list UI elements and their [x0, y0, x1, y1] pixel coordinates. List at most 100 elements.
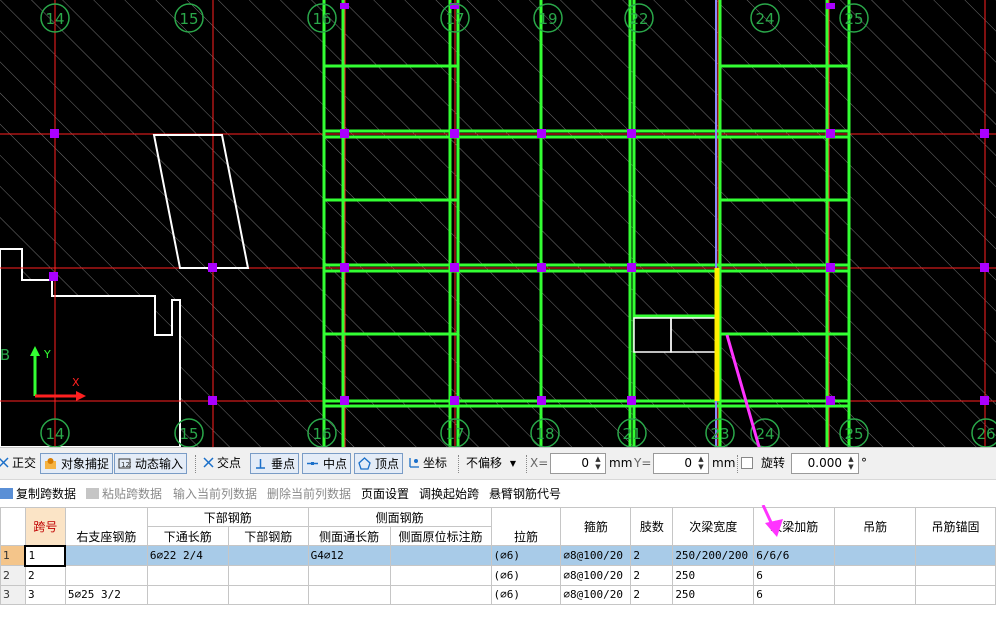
header-bottom-bar: 下部钢筋 [227, 526, 309, 546]
spinner-icon[interactable]: ▲ ▼ [695, 455, 707, 472]
input-current-col-button[interactable]: 输入当前列数据 [173, 485, 257, 502]
grid-label-bottom: 17 [445, 425, 464, 443]
cell-hanger[interactable] [834, 584, 916, 605]
cell-extra[interactable]: 6/6/6 [753, 545, 836, 566]
header-stirrup: 箍筋 [560, 507, 632, 546]
cell-right-support[interactable]: 5⌀25 3/2 [64, 584, 148, 605]
cell-right-support[interactable] [64, 565, 148, 586]
offset-mode-dropdown[interactable]: 不偏移 ▼ [466, 453, 516, 474]
snap-icon [45, 458, 56, 469]
cell-bottom-through[interactable]: 6⌀22 2/4 [146, 545, 229, 566]
offset-mode-value: 不偏移 [466, 456, 503, 470]
row-number[interactable]: 3 [0, 584, 26, 605]
page-setup-button[interactable]: 页面设置 [361, 485, 409, 502]
table-row[interactable]: 1 1 6⌀22 2/4 G4⌀12 (⌀6) ⌀8@100/20 2 250/… [0, 544, 996, 567]
cell-side-in-situ[interactable] [389, 565, 492, 586]
copy-span-label: 复制跨数据 [16, 487, 77, 501]
cell-width[interactable]: 250 [672, 565, 755, 586]
cell-stirrup[interactable]: ⌀8@100/20 [560, 584, 632, 605]
cell-anchor[interactable] [915, 565, 996, 586]
header-right-support: 右支座钢筋 [64, 507, 148, 546]
rotate-input[interactable]: 0.000 ▲ ▼ [791, 453, 859, 474]
paste-span-label: 粘贴跨数据 [102, 487, 163, 501]
cell-anchor[interactable] [915, 584, 996, 605]
spinner-icon[interactable]: ▲ ▼ [592, 455, 604, 472]
delete-current-col-button[interactable]: 删除当前列数据 [267, 485, 351, 502]
object-snap-label: 对象捕捉 [61, 457, 110, 471]
y-unit: mm [712, 456, 736, 470]
object-snap-button[interactable]: 对象捕捉 [40, 453, 114, 474]
cell-hanger[interactable] [834, 565, 916, 586]
cell-tie[interactable]: (⌀6) [490, 545, 562, 566]
cell-stirrup[interactable]: ⌀8@100/20 [560, 545, 632, 566]
ortho-button[interactable]: 正交 [0, 453, 38, 474]
cell-side-in-situ[interactable] [389, 545, 492, 566]
cell-width[interactable]: 250/200/200 [672, 545, 755, 566]
cell-anchor[interactable] [915, 545, 996, 566]
header-side-through: 侧面通长筋 [307, 526, 391, 546]
header-side-group: 侧面钢筋 [307, 507, 492, 527]
cell-bottom-bar[interactable] [227, 565, 309, 586]
cell-tie[interactable]: (⌀6) [490, 565, 562, 586]
cell-span[interactable]: 2 [24, 565, 66, 586]
copy-icon [0, 488, 13, 499]
spinner-icon[interactable]: ▲ ▼ [845, 455, 857, 472]
cell-legs[interactable]: 2 [630, 565, 674, 586]
cell-side-through[interactable] [307, 565, 391, 586]
x-value: 0 [581, 456, 589, 470]
dynamic-input-button[interactable]: 123 动态输入 [114, 453, 188, 474]
copy-span-button[interactable]: 复制跨数据 [0, 485, 76, 502]
cell-span[interactable]: 1 [24, 544, 67, 567]
vertex-icon [358, 457, 371, 470]
vertex-label: 顶点 [375, 457, 400, 471]
cell-side-through[interactable]: G4⌀12 [307, 545, 391, 566]
midpoint-button[interactable]: 中点 [302, 453, 352, 474]
cell-tie[interactable]: (⌀6) [490, 584, 562, 605]
cell-bottom-through[interactable] [146, 584, 229, 605]
cell-extra[interactable]: 6 [753, 565, 836, 586]
paste-span-button[interactable]: 粘贴跨数据 [86, 485, 162, 502]
table-row[interactable]: 3 3 5⌀25 3/2 (⌀6) ⌀8@100/20 2 250 6 [0, 584, 996, 605]
opening-small [633, 317, 672, 353]
table-row[interactable]: 2 2 (⌀6) ⌀8@100/20 2 250 6 [0, 565, 996, 586]
x-unit: mm [609, 456, 633, 470]
vertex-button[interactable]: 顶点 [354, 453, 404, 474]
cell-stirrup[interactable]: ⌀8@100/20 [560, 565, 632, 586]
coordinate-button[interactable]: 坐标 [405, 453, 449, 474]
x-input[interactable]: 0 ▲ ▼ [550, 453, 606, 474]
grid-label-bottom: 25 [844, 425, 863, 443]
intersection-button[interactable]: 交点 [199, 453, 243, 474]
toolbar-separator [737, 455, 739, 473]
axis-x-label: X [72, 376, 80, 389]
cell-bottom-bar[interactable] [227, 545, 309, 566]
swap-start-span-button[interactable]: 调换起始跨 [419, 485, 479, 502]
ortho-icon [0, 457, 9, 468]
cell-legs[interactable]: 2 [630, 545, 674, 566]
header-span-no: 跨号 [24, 507, 66, 546]
corner-cell [0, 507, 26, 546]
y-input[interactable]: 0 ▲ ▼ [653, 453, 709, 474]
cell-extra[interactable]: 6 [753, 584, 836, 605]
intersection-label: 交点 [217, 456, 242, 470]
cell-side-in-situ[interactable] [389, 584, 492, 605]
grid-label-top: 19 [538, 10, 557, 28]
cell-width[interactable]: 250 [672, 584, 755, 605]
cell-legs[interactable]: 2 [630, 584, 674, 605]
cad-canvas[interactable]: 14 15 16 17 19 22 24 25 14 15 16 17 18 2… [0, 0, 996, 447]
grid-label-top: 25 [844, 10, 863, 28]
grid-label-left: B [0, 346, 10, 364]
cell-bottom-bar[interactable] [227, 584, 309, 605]
intersection-icon [203, 457, 214, 468]
midpoint-icon [307, 462, 318, 465]
row-number[interactable]: 1 [0, 545, 26, 566]
row-number[interactable]: 2 [0, 565, 26, 586]
cell-right-support[interactable] [64, 545, 148, 566]
perpendicular-button[interactable]: 垂点 [250, 453, 300, 474]
rotate-checkbox[interactable] [741, 457, 753, 469]
cell-span[interactable]: 3 [24, 584, 66, 605]
cell-hanger[interactable] [834, 545, 916, 566]
cell-side-through[interactable] [307, 584, 391, 605]
cantilever-code-button[interactable]: 悬臂钢筋代号 [489, 485, 561, 502]
grid-label-bottom: 23 [710, 425, 729, 443]
cell-bottom-through[interactable] [146, 565, 229, 586]
